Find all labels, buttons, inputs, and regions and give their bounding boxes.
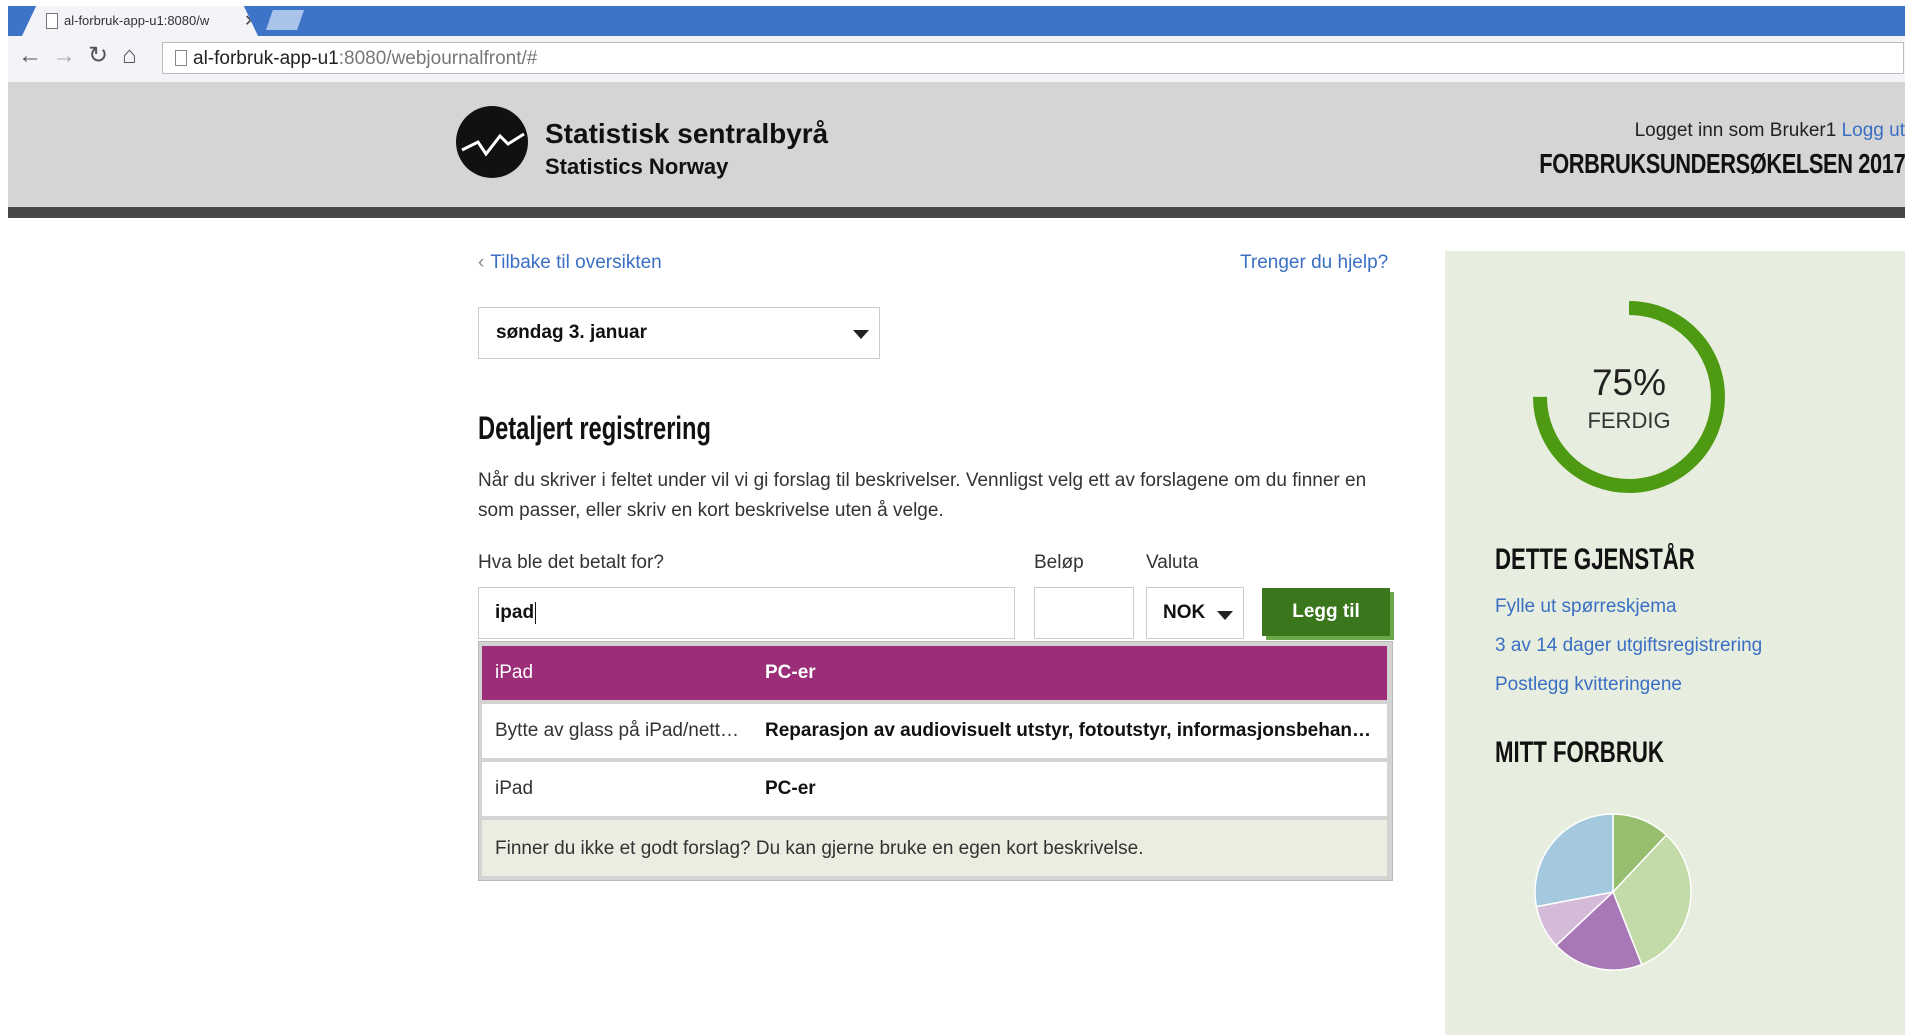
amount-input[interactable] bbox=[1034, 587, 1134, 639]
tab-title: al-forbruk-app-u1:8080/w bbox=[64, 13, 210, 28]
org-name-en: Statistics Norway bbox=[545, 154, 729, 179]
address-bar[interactable]: al-forbruk-app-u1:8080/webjournalfront/# bbox=[162, 42, 1904, 74]
suggestion-item[interactable]: iPad PC-er bbox=[482, 762, 1387, 816]
progress-sidebar: 75% FERDIG DETTE GJENSTÅR Fylle ut spørr… bbox=[1445, 251, 1905, 1035]
ssb-logo-icon bbox=[456, 106, 528, 178]
date-value: søndag 3. januar bbox=[496, 322, 647, 343]
intro-text: Når du skriver i feltet under vil vi gi … bbox=[478, 470, 1367, 521]
amount-label: Beløp bbox=[1034, 552, 1084, 573]
tab-strip: al-forbruk-app-u1:8080/w ✕ bbox=[8, 6, 1905, 36]
spending-title: MITT FORBRUK bbox=[1495, 736, 1664, 769]
forward-arrow-icon[interactable]: → bbox=[52, 44, 76, 68]
chevron-down-icon bbox=[853, 330, 869, 339]
reload-icon[interactable]: ↻ bbox=[88, 44, 108, 68]
browser-chrome: al-forbruk-app-u1:8080/w ✕ ← → ↻ ⌂ al-fo… bbox=[8, 0, 1905, 83]
url-text: al-forbruk-app-u1:8080/webjournalfront/# bbox=[193, 48, 538, 69]
add-button[interactable]: Legg til bbox=[1262, 588, 1390, 636]
suggestion-item[interactable]: Bytte av glass på iPad/nettbrett Reparas… bbox=[482, 704, 1387, 758]
currency-select[interactable]: NOK bbox=[1146, 587, 1244, 639]
help-link[interactable]: Trenger du hjelp? bbox=[1240, 252, 1388, 274]
chevron-left-icon: ‹ bbox=[478, 252, 485, 273]
suggestion-category: PC-er bbox=[765, 662, 816, 683]
currency-value: NOK bbox=[1163, 602, 1206, 623]
back-to-overview-link[interactable]: ‹ Tilbake til oversikten bbox=[478, 252, 662, 274]
page-icon bbox=[46, 13, 58, 29]
chevron-down-icon bbox=[1217, 611, 1233, 620]
home-icon[interactable]: ⌂ bbox=[122, 44, 137, 68]
section-title: Detaljert registrering bbox=[478, 410, 711, 446]
browser-tab[interactable]: al-forbruk-app-u1:8080/w ✕ bbox=[22, 6, 258, 36]
suggestion-name: Bytte av glass på iPad/nettbrett bbox=[495, 720, 745, 741]
header-divider bbox=[8, 207, 1905, 218]
remaining-title: DETTE GJENSTÅR bbox=[1495, 543, 1695, 576]
currency-label: Valuta bbox=[1146, 552, 1199, 573]
page-icon bbox=[175, 50, 187, 66]
new-tab-button[interactable] bbox=[266, 10, 304, 30]
suggestion-category: Reparasjon av audiovisuelt utstyr, fotou… bbox=[765, 720, 1380, 741]
progress-ring: 75% FERDIG bbox=[1533, 301, 1725, 493]
what-label: Hva ble det betalt for? bbox=[478, 552, 664, 573]
site-header: Statistisk sentralbyrå Statistics Norway… bbox=[8, 82, 1905, 207]
suggestion-footer-text: Finner du ikke et godt forslag? Du kan g… bbox=[495, 838, 1144, 859]
survey-title: FORBRUKSUNDERSØKELSEN 2017 bbox=[1538, 148, 1905, 179]
progress-percent: 75% bbox=[1592, 362, 1666, 403]
remaining-item[interactable]: Fylle ut spørreskjema bbox=[1495, 596, 1677, 618]
date-select[interactable]: søndag 3. januar bbox=[478, 307, 880, 359]
suggestion-item[interactable]: iPad PC-er bbox=[482, 646, 1387, 700]
logged-in-text: Logget inn som Bruker1 bbox=[1634, 120, 1837, 141]
description-input[interactable]: ipad bbox=[478, 587, 1015, 639]
login-info: Logget inn som Bruker1 Logg ut bbox=[1635, 120, 1905, 142]
spending-pie-chart bbox=[1534, 813, 1692, 971]
browser-toolbar: ← → ↻ ⌂ al-forbruk-app-u1:8080/webjourna… bbox=[8, 36, 1905, 83]
logout-link[interactable]: Logg ut bbox=[1842, 120, 1905, 141]
suggestion-name: iPad bbox=[495, 662, 534, 683]
suggestion-category: PC-er bbox=[765, 778, 816, 799]
back-arrow-icon[interactable]: ← bbox=[18, 44, 42, 68]
suggestion-name: iPad bbox=[495, 778, 534, 799]
suggestion-footer: Finner du ikke et godt forslag? Du kan g… bbox=[482, 820, 1387, 876]
remaining-item[interactable]: 3 av 14 dager utgiftsregistrering bbox=[1495, 635, 1762, 657]
org-name: Statistisk sentralbyrå bbox=[545, 118, 829, 149]
remaining-item[interactable]: Postlegg kvitteringene bbox=[1495, 674, 1682, 696]
progress-status: FERDIG bbox=[1587, 408, 1670, 433]
description-value: ipad bbox=[495, 602, 537, 624]
suggestion-dropdown: iPad PC-er Bytte av glass på iPad/nettbr… bbox=[478, 641, 1393, 881]
close-icon[interactable]: ✕ bbox=[244, 11, 257, 31]
pie-slice-5 bbox=[1534, 813, 1614, 908]
